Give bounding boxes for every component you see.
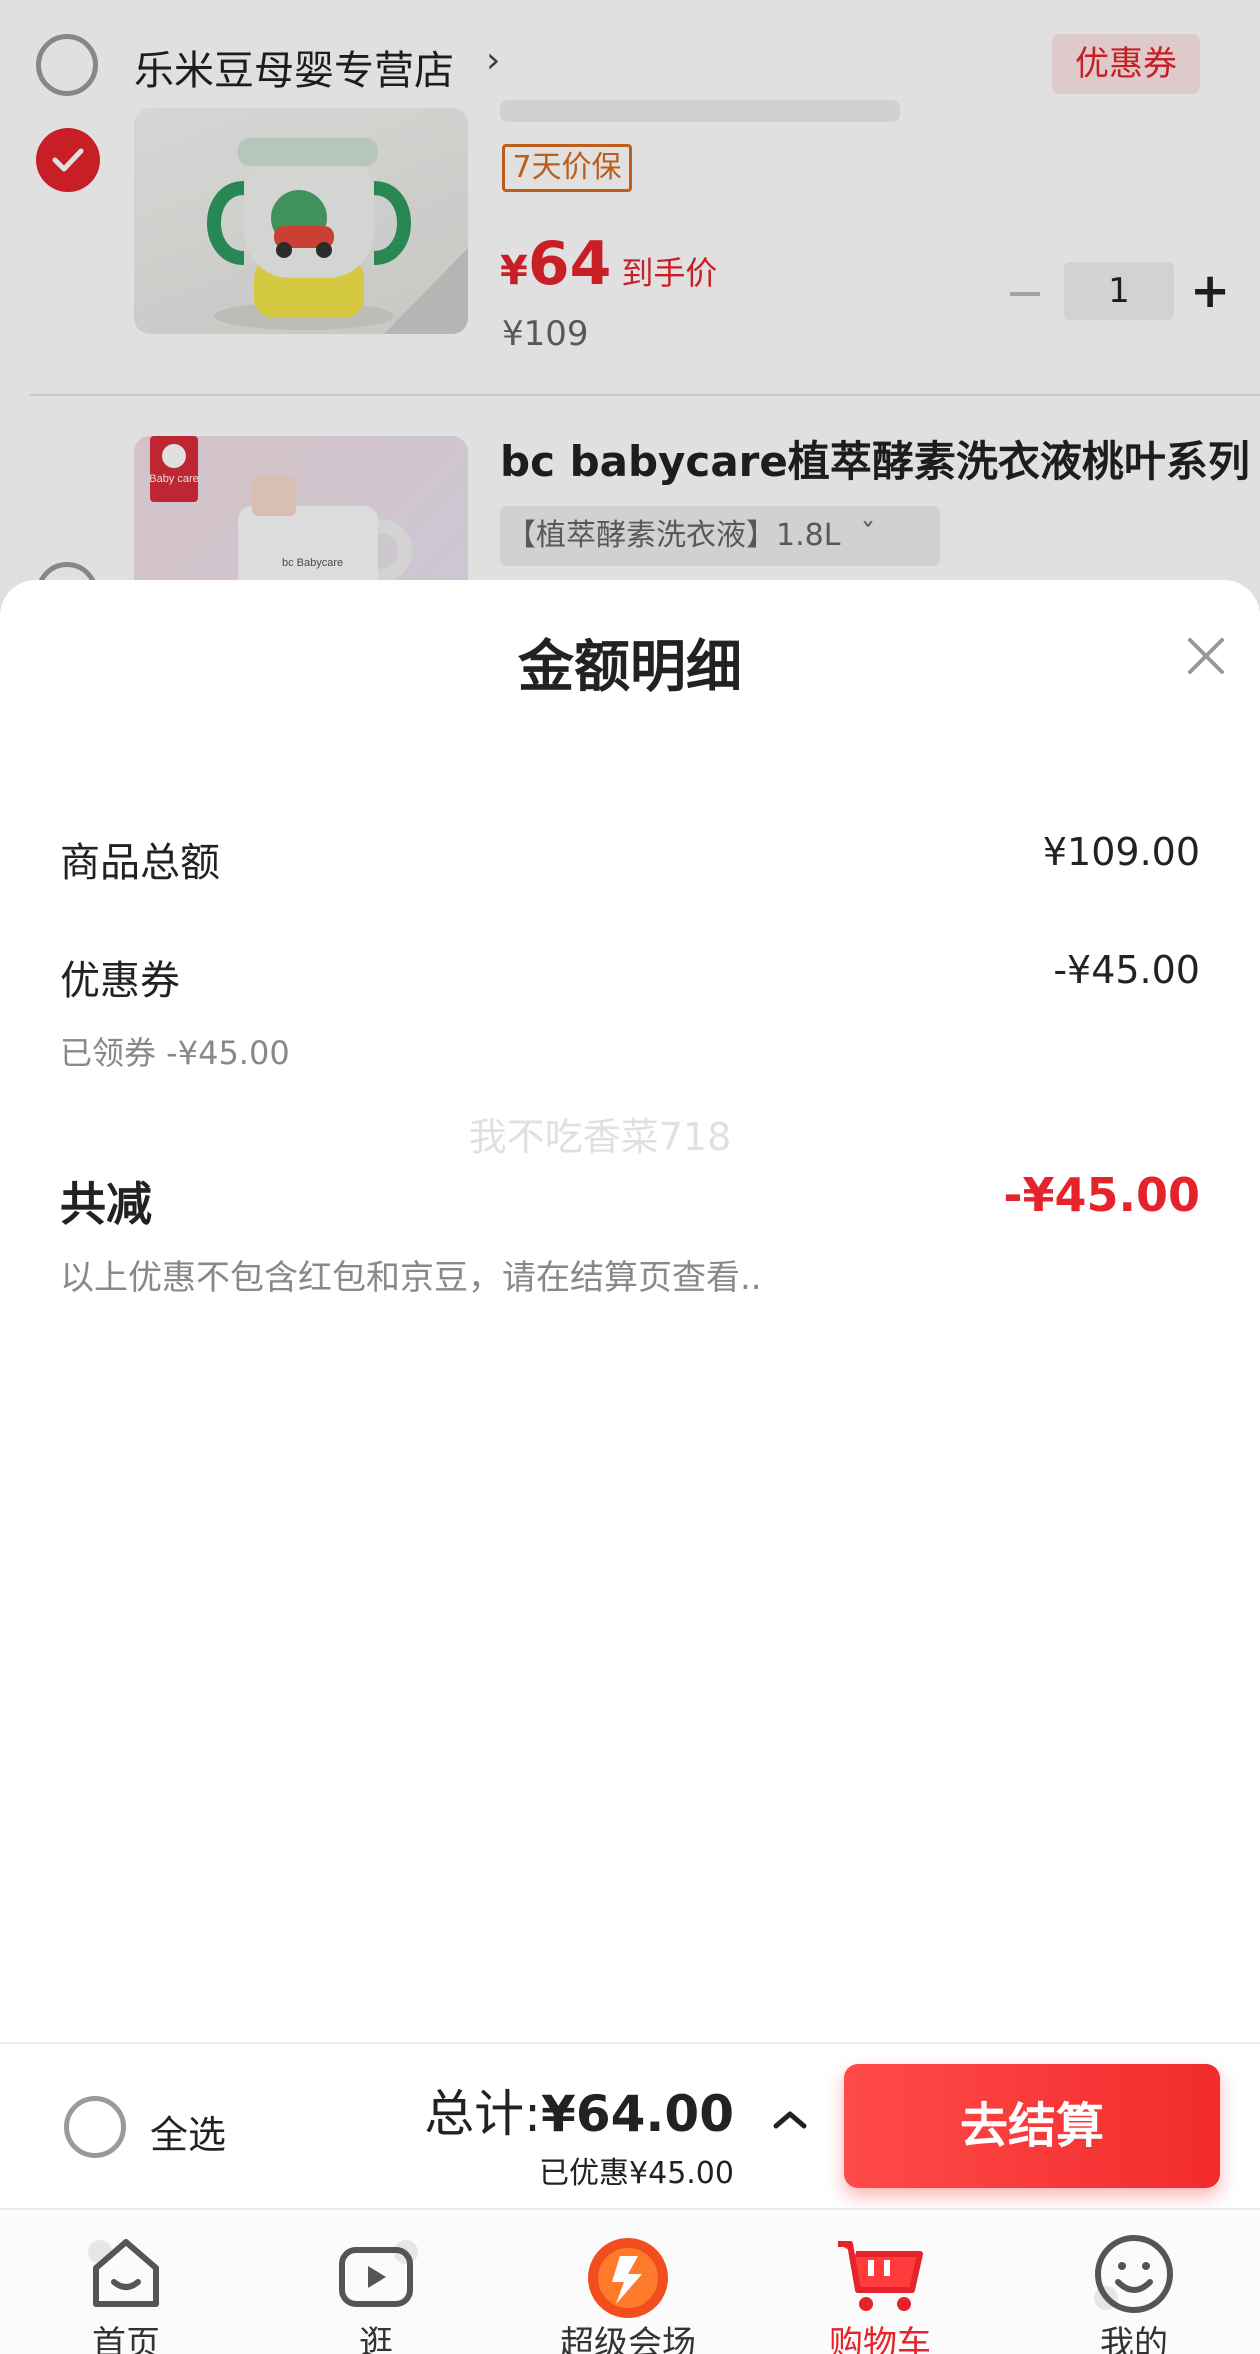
checkout-bar: 全选 总计:¥64.00 已优惠¥45.00 去结算 (0, 2042, 1260, 2208)
coupon-value: -¥45.00 (1053, 948, 1200, 992)
tab-browse-label: 逛 (359, 2324, 393, 2354)
total-reduction-label: 共减 (60, 1177, 152, 1231)
cart-icon (838, 2241, 923, 2311)
tab-super-venue[interactable]: 超级会场 (528, 2210, 728, 2354)
amount-detail-sheet: 金额明细 商品总额 ¥109.00 优惠券 -¥45.00 已领券 -¥45.0… (0, 580, 1260, 2042)
total-price: 总计:¥64.00 (424, 2085, 734, 2143)
tab-home-label: 首页 (92, 2324, 160, 2354)
home-icon (88, 2239, 159, 2307)
total-reduction-value: -¥45.00 (1003, 1168, 1200, 1222)
close-icon[interactable] (1186, 636, 1226, 676)
select-all-checkbox[interactable] (64, 2096, 126, 2158)
goods-total-value: ¥109.00 (1042, 830, 1200, 874)
coupon-claimed-note: 已领券 -¥45.00 (60, 1034, 290, 1072)
tab-profile-label: 我的 (1100, 2324, 1168, 2354)
goods-total-label: 商品总额 (60, 840, 220, 886)
checkout-button[interactable]: 去结算 (844, 2064, 1220, 2188)
sheet-title: 金额明细 (518, 635, 742, 700)
tab-cart[interactable]: 购物车 (780, 2210, 980, 2354)
watermark-text: 我不吃香菜718 (468, 1115, 732, 1159)
profile-icon (1094, 2235, 1173, 2313)
select-all-label[interactable]: 全选 (150, 2104, 226, 2159)
tab-super-venue-label: 超级会场 (560, 2324, 696, 2354)
chevron-up-icon[interactable] (770, 2104, 810, 2134)
saved-amount: 已优惠¥45.00 (539, 2156, 734, 2191)
discount-footnote: 以上优惠不包含红包和京豆，请在结算页查看.. (60, 1258, 762, 1298)
tab-home[interactable]: 首页 (26, 2210, 226, 2354)
video-icon (339, 2240, 418, 2307)
tab-profile[interactable]: 我的 (1034, 2210, 1234, 2354)
tab-browse[interactable]: 逛 (276, 2210, 476, 2354)
bottom-tab-bar: 首页 逛 超级会场 购物车 我的 (0, 2208, 1260, 2354)
tab-cart-label: 购物车 (829, 2324, 931, 2354)
coupon-label: 优惠券 (60, 958, 180, 1004)
super-venue-icon (588, 2238, 668, 2318)
